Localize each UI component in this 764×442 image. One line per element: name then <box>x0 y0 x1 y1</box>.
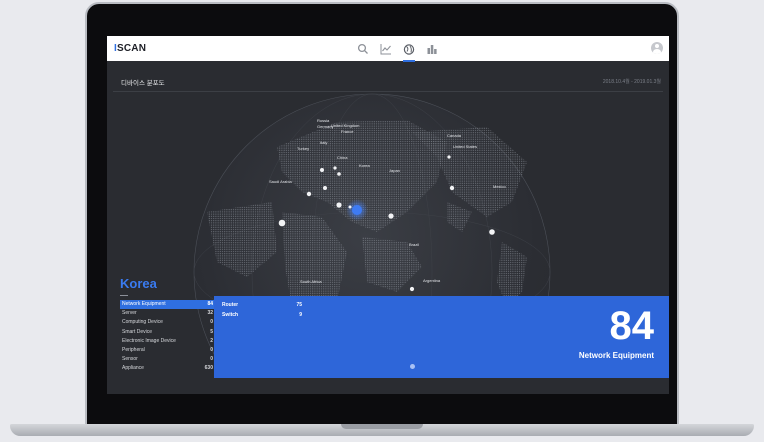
marker-label: South Africa <box>300 279 322 284</box>
app-logo[interactable]: ISCAN <box>114 43 146 54</box>
search-icon[interactable] <box>357 43 369 55</box>
country-name: Korea <box>120 276 157 291</box>
main-nav <box>357 43 438 62</box>
marker-korea[interactable] <box>352 205 362 215</box>
category-row-electronic-image-device[interactable]: Electronic Image Device 2 <box>120 337 215 346</box>
category-row-server[interactable]: Server 32 <box>120 309 215 318</box>
top-bar: ISCAN <box>107 36 669 62</box>
globe-icon[interactable] <box>403 43 415 62</box>
subcategory-list: Router 75 Switch 9 <box>222 300 302 320</box>
category-list: Network Equipment 84 Server 32 Computing D… <box>120 300 215 374</box>
selected-count: 84 <box>609 304 655 348</box>
marker-label: Canada <box>447 133 462 138</box>
laptop-notch <box>341 424 423 429</box>
marker-label: United Kingdom <box>331 123 360 128</box>
marker-label: Korea <box>359 163 370 168</box>
marker-label: France <box>341 129 354 134</box>
pager-dot[interactable] <box>410 364 415 369</box>
app-screen: ISCAN 디바이스 분포도 2018.10.4월 - 2019.01.3월 R… <box>107 36 669 394</box>
category-row-peripheral[interactable]: Peripheral 0 <box>120 346 215 355</box>
user-avatar[interactable] <box>651 42 663 54</box>
marker-label: Russia <box>317 118 330 123</box>
selected-category-label: Network Equipment <box>578 351 654 360</box>
marker-label: China <box>337 155 348 160</box>
page-title: 디바이스 분포도 <box>121 80 165 87</box>
category-row-sensor[interactable]: Sensor 0 <box>120 355 215 364</box>
marker-label: Argentina <box>423 278 441 283</box>
marker-label: Italy <box>320 140 328 145</box>
country-underline <box>120 295 128 296</box>
category-row-smart-device[interactable]: Smart Device 5 <box>120 328 215 337</box>
subcategory-row-switch[interactable]: Switch 9 <box>222 310 302 320</box>
bar-chart-icon[interactable] <box>426 43 438 55</box>
category-row-network-equipment[interactable]: Network Equipment 84 <box>120 300 215 310</box>
subcategory-row-router[interactable]: Router 75 <box>222 300 302 310</box>
marker-label: Mexico <box>493 184 506 189</box>
marker-label: United States <box>453 144 478 149</box>
detail-panel: Router 75 Switch 9 84 Network Equipment <box>214 296 669 378</box>
screen-bottom-strip <box>107 378 669 394</box>
marker-label: Brazil <box>409 242 420 247</box>
marker-label: Japan <box>389 168 400 173</box>
category-row-appliance[interactable]: Appliance 630 <box>120 364 215 373</box>
marker-label: Turkey <box>297 146 310 151</box>
category-row-computing-device[interactable]: Computing Device 0 <box>120 318 215 327</box>
line-chart-icon[interactable] <box>380 43 392 55</box>
date-range[interactable]: 2018.10.4월 - 2019.01.3월 <box>603 78 661 85</box>
marker-label: Saudi Arabia <box>269 179 292 184</box>
